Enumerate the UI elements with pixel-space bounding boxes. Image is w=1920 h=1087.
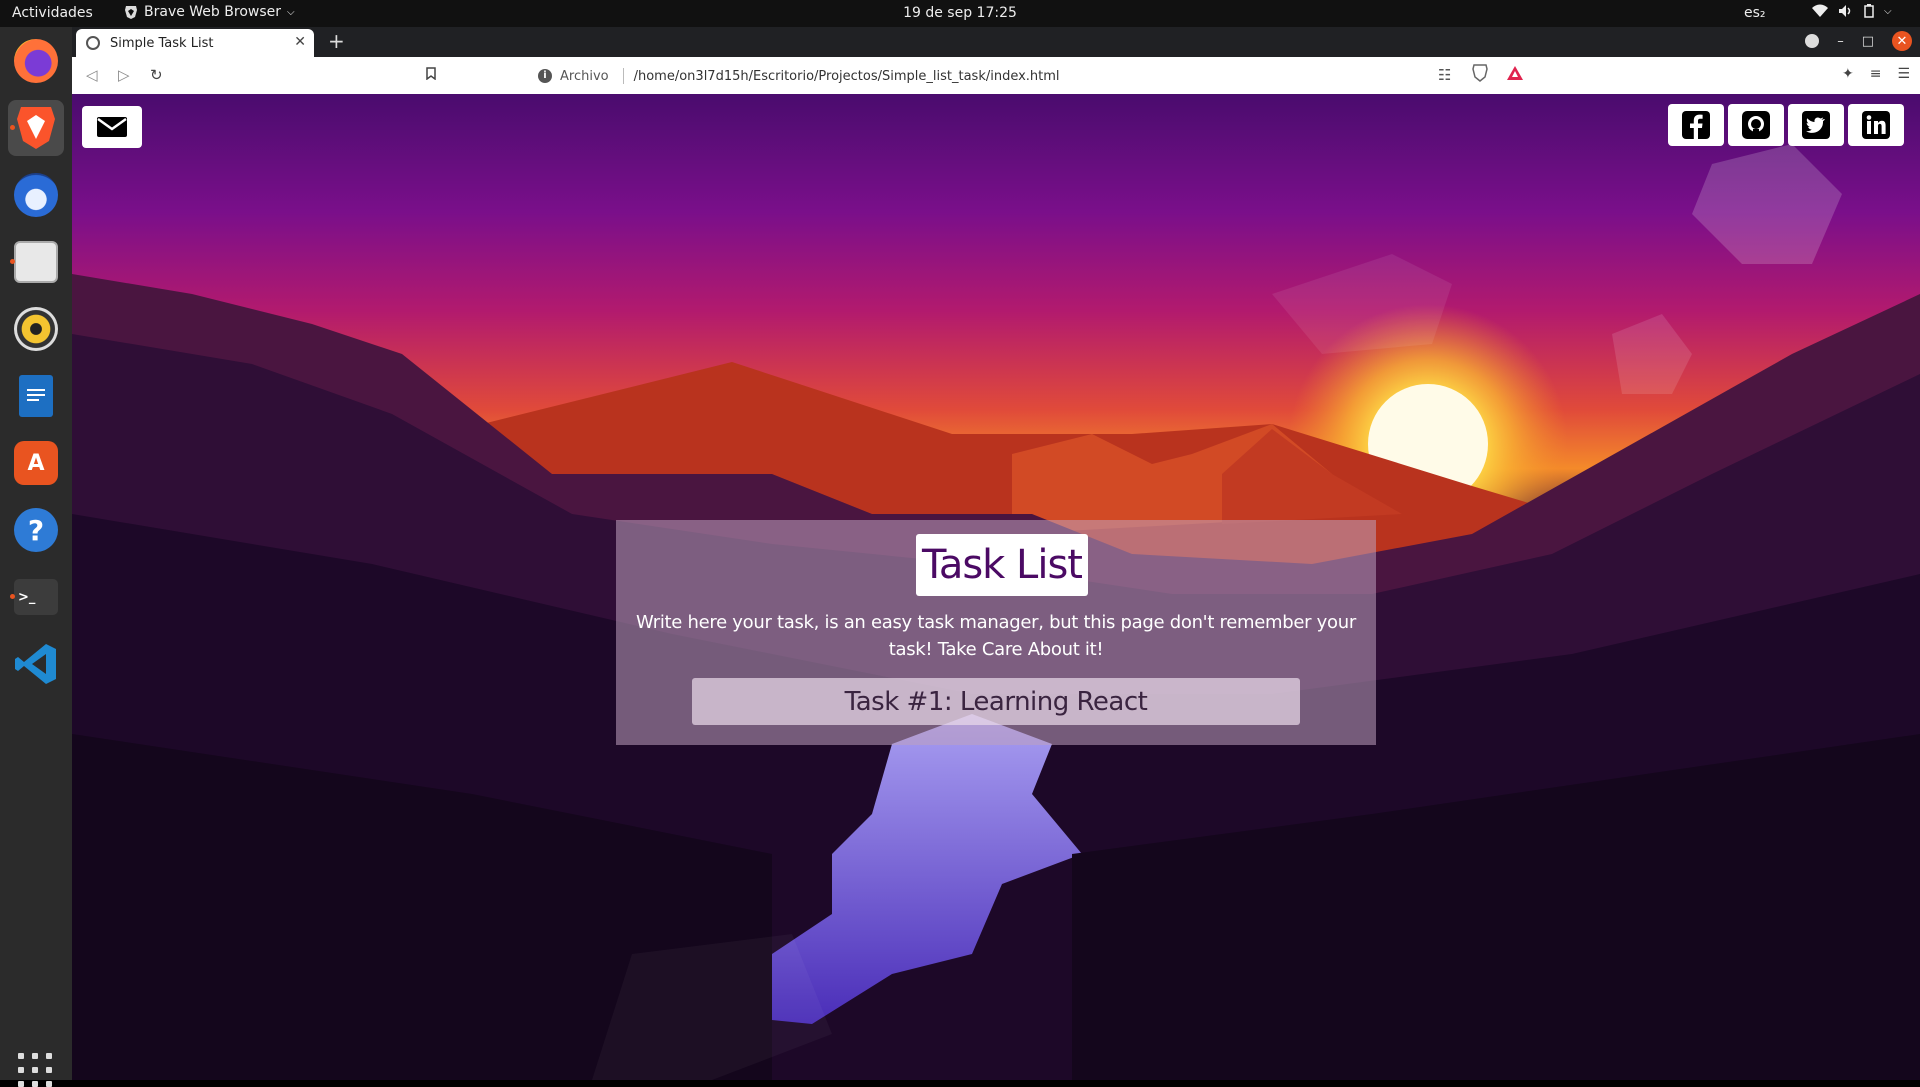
dock-thunderbird[interactable] [8, 167, 64, 223]
title-box: Task List [916, 534, 1088, 596]
toolbar-right: ✦ ≡ ☰ [1842, 66, 1910, 82]
linkedin-icon [1862, 111, 1890, 139]
menu-icon[interactable]: ☰ [1897, 66, 1910, 82]
github-icon [1742, 111, 1770, 139]
system-top-bar: Actividades Brave Web Browser ⌵ 19 de se… [0, 0, 1920, 27]
window-controls: – □ ✕ [1805, 31, 1912, 51]
twitter-button[interactable] [1788, 104, 1844, 146]
browser-toolbar: ◁ ▷ ↻ i Archivo /home/on3l7d15h/Escritor… [72, 57, 1920, 95]
tab-search-icon[interactable] [1805, 34, 1820, 48]
running-indicator [10, 594, 15, 599]
facebook-icon [1682, 111, 1710, 139]
dock: A ? >_ [0, 27, 73, 1087]
reload-icon[interactable]: ↻ [150, 66, 163, 84]
email-button[interactable] [82, 106, 142, 148]
language-indicator[interactable]: es₂ [1744, 5, 1766, 21]
task-item[interactable]: Task #1: Learning React [692, 678, 1300, 725]
github-button[interactable] [1728, 104, 1784, 146]
firefox-icon [14, 39, 58, 83]
address-bar[interactable]: i Archivo /home/on3l7d15h/Escritorio/Pro… [454, 63, 1549, 89]
files-icon [14, 241, 58, 283]
envelope-icon [97, 117, 127, 137]
description-text: Write here your task, is an easy task ma… [636, 612, 1356, 660]
back-icon[interactable]: ◁ [86, 66, 98, 84]
forward-icon[interactable]: ▷ [118, 66, 130, 84]
tab-title: Simple Task List [110, 35, 214, 51]
close-window-button[interactable]: ✕ [1892, 31, 1912, 51]
bookmark-icon[interactable] [426, 66, 436, 84]
extensions-icon[interactable]: ✦ [1842, 66, 1854, 82]
terminal-icon: >_ [14, 579, 58, 615]
globe-icon [86, 36, 100, 50]
show-applications-button[interactable] [18, 1053, 52, 1087]
help-icon: ? [14, 508, 58, 552]
linkedin-button[interactable] [1848, 104, 1904, 146]
battery-icon [1864, 4, 1874, 18]
brave-icon [17, 107, 55, 149]
new-tab-button[interactable]: + [328, 29, 345, 53]
reading-list-icon[interactable]: ≡ [1870, 66, 1882, 82]
dock-vscode[interactable] [8, 636, 64, 692]
system-status-area[interactable]: ⌵ [1812, 4, 1892, 18]
info-icon[interactable]: i [538, 69, 552, 83]
url-text[interactable]: /home/on3l7d15h/Escritorio/Projectos/Sim… [634, 69, 1060, 84]
facebook-button[interactable] [1668, 104, 1724, 146]
brave-shields-icon[interactable] [1472, 64, 1488, 86]
minimize-button[interactable]: – [1837, 34, 1844, 49]
thunderbird-icon [14, 173, 58, 217]
running-indicator [10, 125, 15, 130]
chevron-down-icon: ⌵ [1884, 5, 1892, 17]
vscode-icon [15, 644, 56, 684]
writer-icon [19, 375, 53, 417]
clock[interactable]: 19 de sep 17:25 [0, 5, 1920, 21]
scheme-label: Archivo [560, 68, 609, 84]
dock-writer[interactable] [8, 368, 64, 424]
dock-files[interactable] [8, 234, 64, 290]
dock-help[interactable]: ? [8, 502, 64, 558]
dock-software[interactable]: A [8, 435, 64, 491]
task-list-card: Task List Write here your task, is an ea… [616, 520, 1376, 745]
dock-terminal[interactable]: >_ [8, 569, 64, 625]
maximize-button[interactable]: □ [1862, 34, 1874, 49]
separator [622, 68, 624, 84]
twitter-icon [1802, 111, 1830, 139]
tab-strip: Simple Task List ✕ + – □ ✕ [72, 27, 1920, 57]
tab-simple-task-list[interactable]: Simple Task List ✕ [76, 29, 314, 57]
wifi-icon [1812, 4, 1828, 17]
close-tab-icon[interactable]: ✕ [294, 34, 306, 50]
brave-rewards-icon[interactable] [1506, 65, 1524, 85]
rhythmbox-icon [14, 307, 58, 351]
dock-firefox[interactable] [8, 33, 64, 89]
volume-icon [1839, 5, 1851, 17]
running-indicator [10, 259, 15, 264]
software-icon: A [14, 441, 58, 485]
translate-icon[interactable]: ☷ [1438, 66, 1451, 84]
dock-brave[interactable] [8, 100, 64, 156]
page-title: Task List [922, 542, 1083, 588]
page-viewport: Task List Write here your task, is an ea… [72, 94, 1920, 1080]
dock-rhythmbox[interactable] [8, 301, 64, 357]
